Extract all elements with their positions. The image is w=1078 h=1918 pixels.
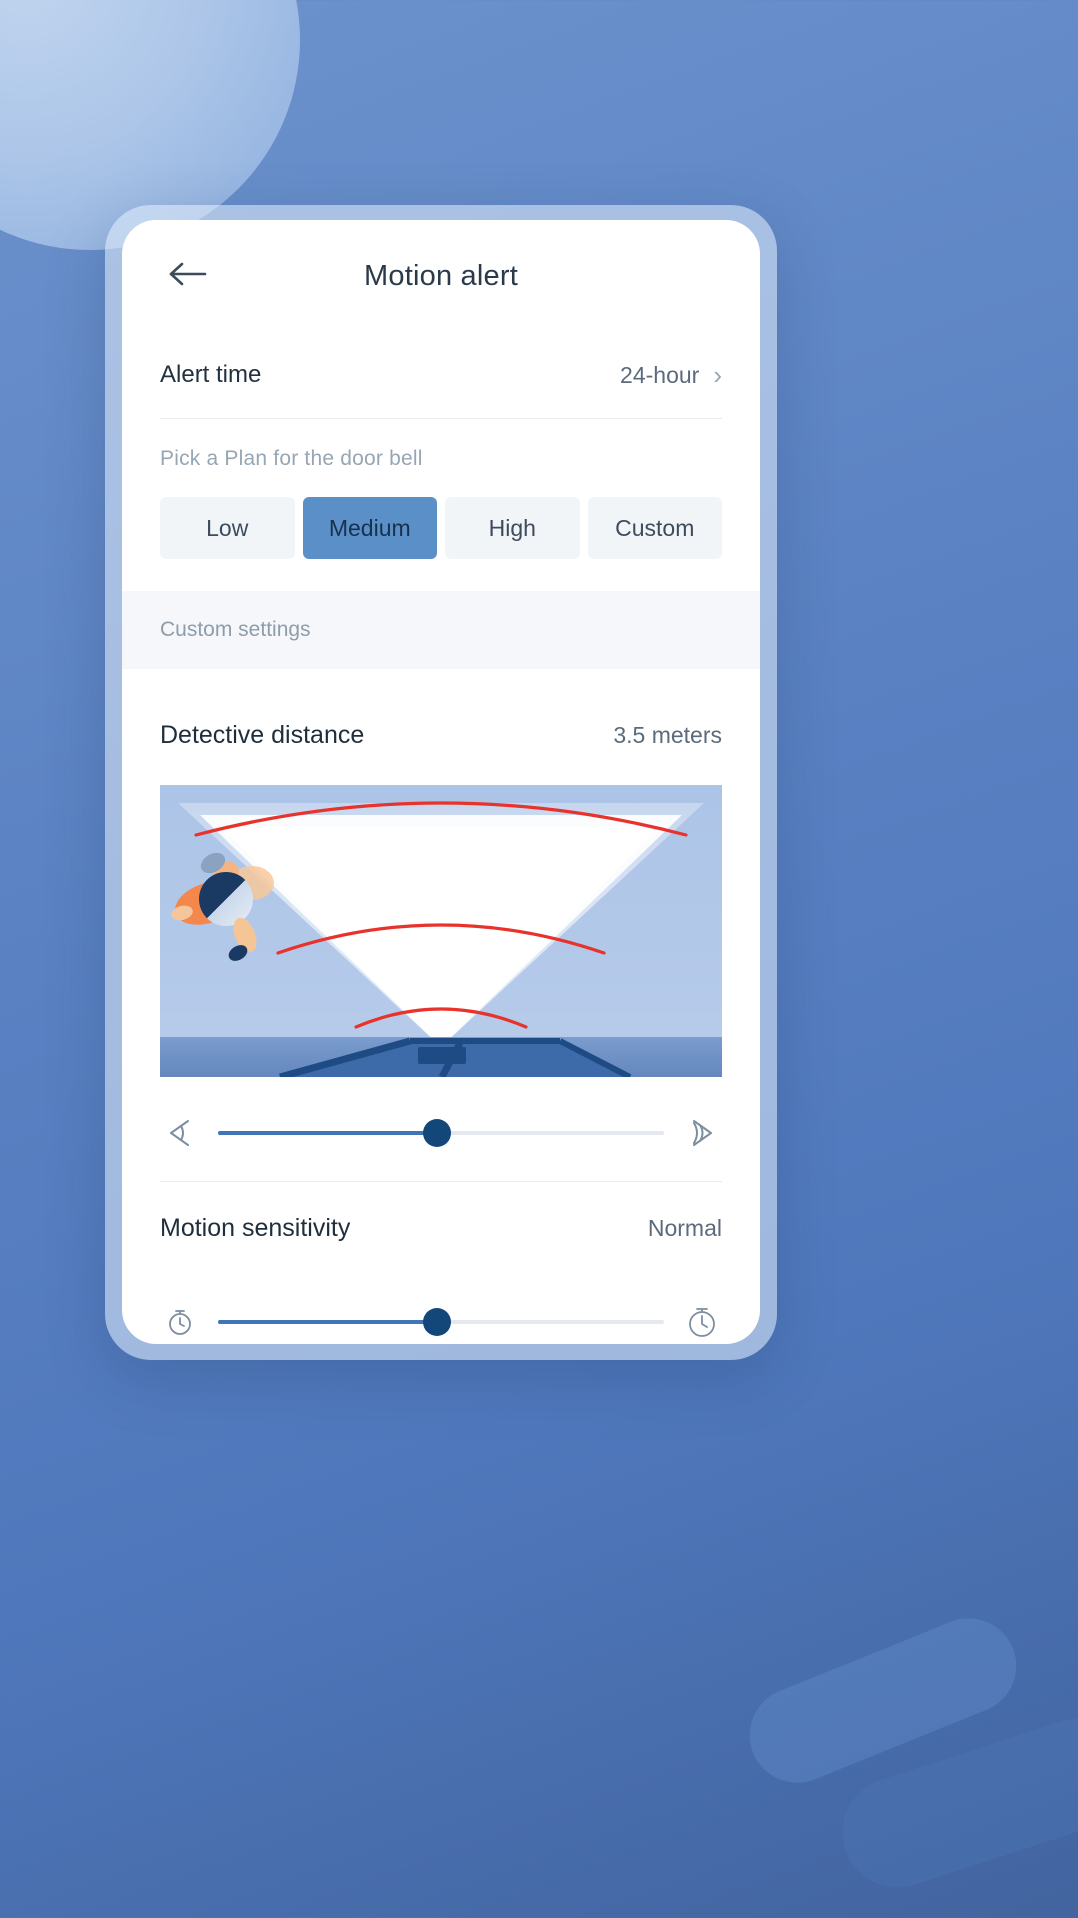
plan-option-medium[interactable]: Medium [302,497,437,559]
detective-distance-slider-row [122,1085,760,1181]
motion-sensitivity-row: Motion sensitivity Normal [122,1182,760,1274]
chevron-right-icon: › [713,360,722,390]
back-button[interactable] [160,246,216,302]
plan-option-low[interactable]: Low [160,497,295,559]
plan-option-custom[interactable]: Custom [587,497,722,559]
app-header: Motion alert [122,220,760,332]
alert-time-value: 24-hour [620,361,700,388]
slider-thumb[interactable] [422,1119,451,1147]
app-screen: Motion alert Alert time 24-hour › Pick a… [122,220,760,1344]
custom-settings-band: Custom settings [122,591,760,669]
motion-sensitivity-slider-row [122,1274,760,1344]
slider-thumb[interactable] [422,1308,451,1336]
plan-option-high[interactable]: High [445,497,580,559]
plan-hint: Pick a Plan for the door bell [160,447,423,470]
detection-cone-illustration [160,785,722,1077]
alert-time-value-wrap: 24-hour › [620,362,722,389]
slider-track-fill [218,1320,437,1324]
narrow-angle-icon [160,1113,200,1153]
timer-large-icon [682,1302,722,1342]
motion-sensitivity-value: Normal [647,1214,722,1241]
detective-distance-value: 3.5 meters [613,721,722,748]
wide-angle-icon [682,1113,722,1153]
illustration-svg [160,785,722,1077]
alert-time-label: Alert time [160,361,262,388]
motion-sensitivity-label: Motion sensitivity [160,1213,351,1242]
custom-settings-label: Custom settings [160,618,311,641]
detective-distance-label: Detective distance [160,720,365,749]
arrow-left-icon [168,260,208,288]
page-title: Motion alert [364,259,518,292]
detective-distance-row: Detective distance 3.5 meters [122,689,760,781]
motion-sensitivity-slider[interactable] [218,1307,664,1337]
slider-track-fill [218,1131,437,1135]
timer-small-icon [160,1302,200,1342]
detective-distance-slider[interactable] [218,1118,664,1148]
alert-time-row[interactable]: Alert time 24-hour › [122,332,760,418]
plan-selector: Low Medium High Custom [122,471,760,559]
